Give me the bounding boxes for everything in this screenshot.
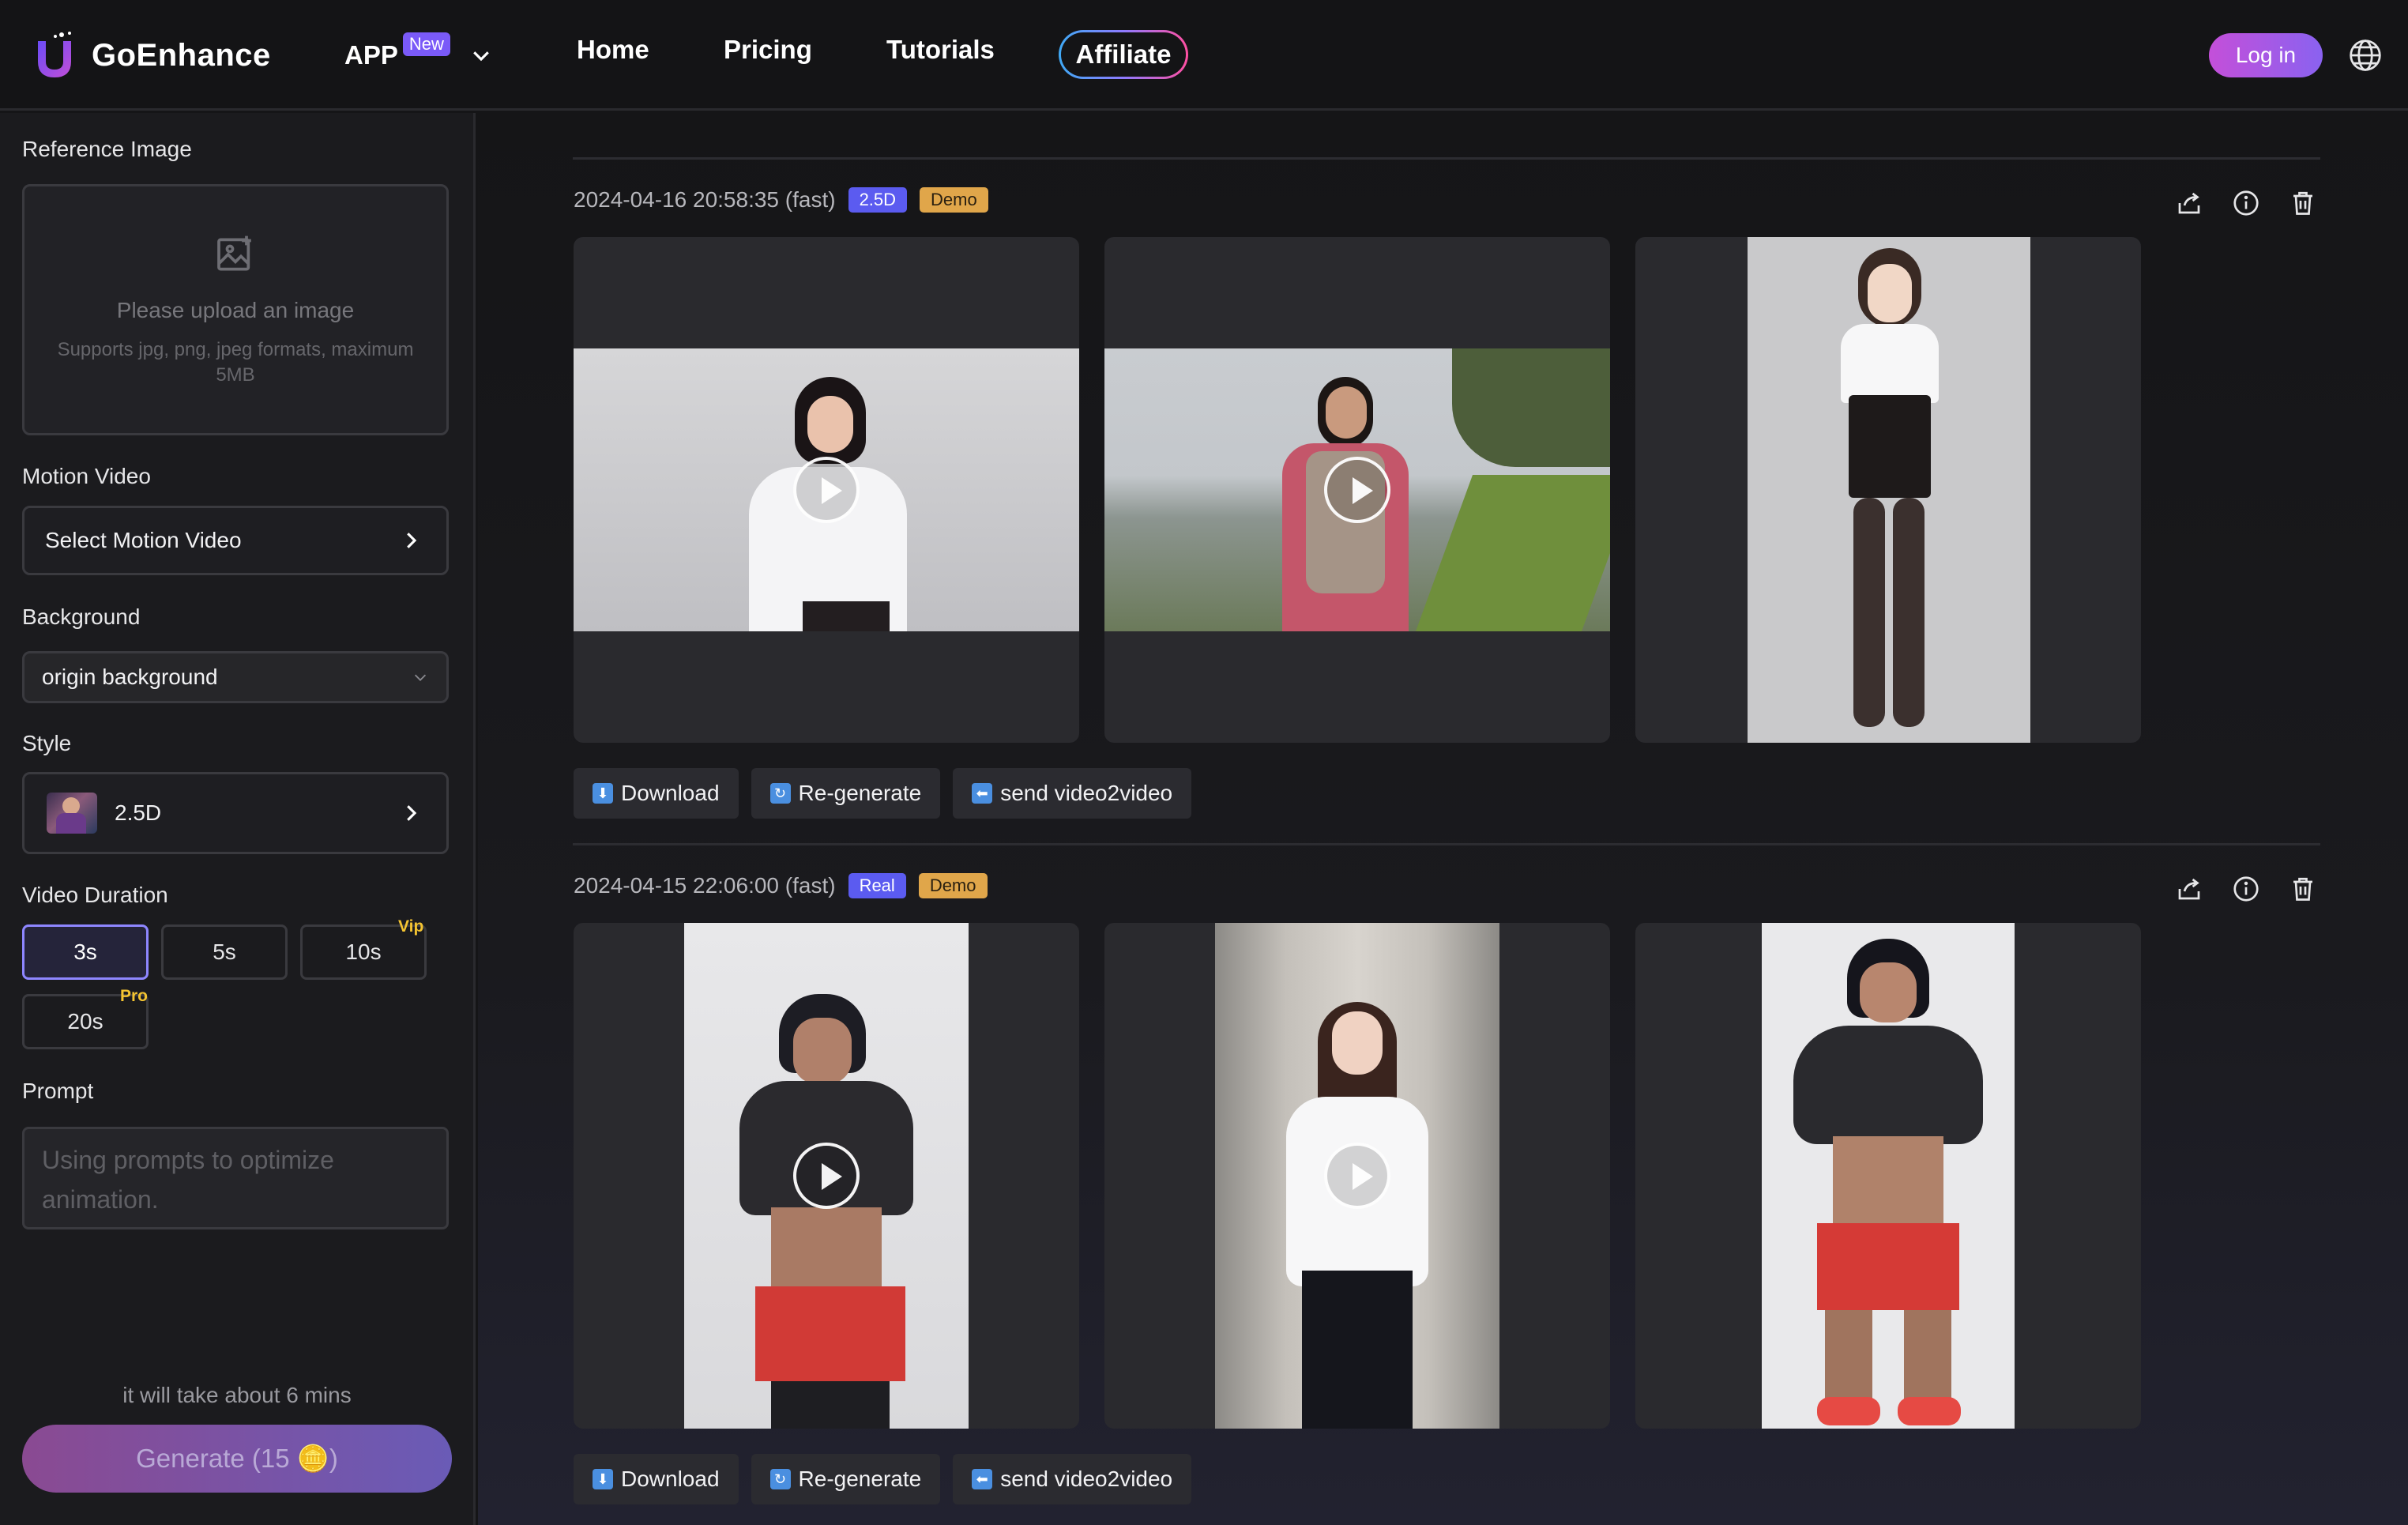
video-card[interactable] — [1104, 237, 1610, 743]
regenerate-icon: ↻ — [769, 1469, 791, 1489]
send-video2video-label: send video2video — [1000, 1467, 1173, 1491]
nav-pricing[interactable]: Pricing — [724, 35, 812, 65]
style-thumbnail — [47, 793, 97, 834]
generation-history: 2024-04-16 20:58:35 (fast) 2.5D Demo ⬇ D… — [478, 113, 2408, 1525]
reference-image-label: Reference Image — [22, 137, 192, 161]
settings-sidebar: Reference Image Please upload an image S… — [0, 113, 476, 1525]
regenerate-icon: ↻ — [769, 783, 791, 804]
trash-icon[interactable] — [2289, 189, 2317, 217]
motion-video-select-text: Select Motion Video — [45, 528, 242, 552]
download-label: Download — [621, 1467, 720, 1491]
play-icon[interactable] — [1324, 457, 1390, 523]
motion-video-select[interactable]: Select Motion Video — [22, 506, 449, 575]
duration-5s-button[interactable]: 5s — [161, 924, 288, 980]
chevron-right-icon — [407, 533, 417, 548]
vip-tag: Vip — [398, 917, 424, 936]
style-tag: Real — [848, 873, 906, 898]
background-select[interactable]: origin background — [22, 651, 449, 703]
send-video2video-button[interactable]: ⬅ send video2video — [953, 1454, 1192, 1504]
send-video2video-button[interactable]: ⬅ send video2video — [953, 768, 1192, 819]
video-duration-label: Video Duration — [22, 883, 168, 907]
share-icon[interactable] — [2175, 189, 2203, 217]
download-icon: ⬇ — [593, 783, 613, 804]
video-card[interactable] — [574, 923, 1079, 1429]
nav-affiliate[interactable]: Affiliate — [1059, 30, 1188, 79]
generation-actions — [2175, 189, 2317, 217]
upload-format-hint: Supports jpg, png, jpeg formats, maximum… — [57, 339, 414, 386]
reference-image-upload[interactable]: Please upload an image Supports jpg, png… — [22, 184, 449, 435]
generation-timestamp: 2024-04-15 22:06:00 (fast) — [574, 873, 836, 898]
image-card[interactable] — [1635, 237, 2141, 743]
chevron-down-icon — [414, 674, 427, 681]
reference-thumbnail — [1748, 237, 2030, 743]
login-button[interactable]: Log in — [2209, 33, 2323, 77]
style-select-value: 2.5D — [115, 800, 162, 825]
demo-tag: Demo — [918, 873, 988, 898]
generation-actions — [2175, 875, 2317, 903]
video-card[interactable] — [1104, 923, 1610, 1429]
image-card[interactable] — [1635, 923, 2141, 1429]
download-icon: ⬇ — [593, 1469, 613, 1489]
image-upload-icon — [217, 235, 251, 271]
style-tag: 2.5D — [848, 187, 908, 213]
reference-thumbnail — [1762, 923, 2015, 1429]
brand-logo[interactable]: GoEnhance — [32, 27, 271, 84]
section-divider — [573, 157, 2320, 160]
estimate-time-text: it will take about 6 mins — [122, 1383, 352, 1407]
play-icon[interactable] — [793, 457, 860, 523]
nav-home[interactable]: Home — [577, 35, 649, 65]
motion-video-label: Motion Video — [22, 464, 151, 488]
generation-button-row: ⬇ Download ↻ Re-generate ⬅ send video2video — [574, 768, 1192, 819]
send-video2video-label: send video2video — [1000, 781, 1173, 805]
background-label: Background — [22, 604, 141, 629]
play-icon[interactable] — [793, 1143, 860, 1209]
info-icon[interactable] — [2232, 189, 2260, 217]
nav-tutorials[interactable]: Tutorials — [886, 35, 995, 65]
generation-timestamp: 2024-04-16 20:58:35 (fast) — [574, 187, 836, 212]
download-button[interactable]: ⬇ Download — [574, 1454, 739, 1504]
send-icon: ⬅ — [972, 1469, 993, 1489]
prompt-label: Prompt — [22, 1079, 94, 1103]
download-button[interactable]: ⬇ Download — [574, 768, 739, 819]
trash-icon[interactable] — [2289, 875, 2317, 903]
pro-tag: Pro — [120, 987, 149, 1005]
new-badge: New — [402, 32, 450, 56]
video-card[interactable] — [574, 237, 1079, 743]
prompt-textarea[interactable]: Using prompts to optimize animation. — [22, 1127, 449, 1229]
section-divider — [573, 843, 2320, 845]
generation-button-row: ⬇ Download ↻ Re-generate ⬅ send video2video — [574, 1454, 1192, 1504]
chevron-right-icon — [407, 805, 417, 821]
chevron-down-icon — [473, 51, 489, 62]
generation-header: 2024-04-16 20:58:35 (fast) 2.5D Demo — [574, 187, 988, 213]
background-select-value: origin background — [42, 665, 218, 689]
generation-header: 2024-04-15 22:06:00 (fast) Real Demo — [574, 873, 988, 898]
regenerate-label: Re-generate — [798, 781, 922, 805]
globe-icon[interactable] — [2348, 38, 2383, 73]
app-menu-label: APP — [344, 40, 398, 70]
share-icon[interactable] — [2175, 875, 2203, 903]
regenerate-button[interactable]: ↻ Re-generate — [751, 1454, 941, 1504]
top-nav-bar: GoEnhance APP New Home Pricing Tutorials… — [0, 0, 2408, 111]
duration-3s-button[interactable]: 3s — [22, 924, 149, 980]
regenerate-label: Re-generate — [798, 1467, 922, 1491]
upload-prompt-text: Please upload an image — [116, 298, 355, 322]
info-icon[interactable] — [2232, 875, 2260, 903]
demo-tag: Demo — [920, 187, 988, 213]
play-icon[interactable] — [1324, 1143, 1390, 1209]
style-select[interactable]: 2.5D — [22, 772, 449, 854]
logo-icon — [38, 32, 71, 77]
brand-name: GoEnhance — [92, 37, 271, 73]
download-label: Download — [621, 781, 720, 805]
affiliate-label: Affiliate — [1061, 32, 1186, 77]
app-menu-dropdown[interactable]: APP New — [344, 32, 493, 77]
style-label: Style — [22, 731, 72, 755]
regenerate-button[interactable]: ↻ Re-generate — [751, 768, 941, 819]
generate-button[interactable]: Generate (15 🪙) — [22, 1425, 452, 1493]
send-icon: ⬅ — [972, 783, 993, 804]
